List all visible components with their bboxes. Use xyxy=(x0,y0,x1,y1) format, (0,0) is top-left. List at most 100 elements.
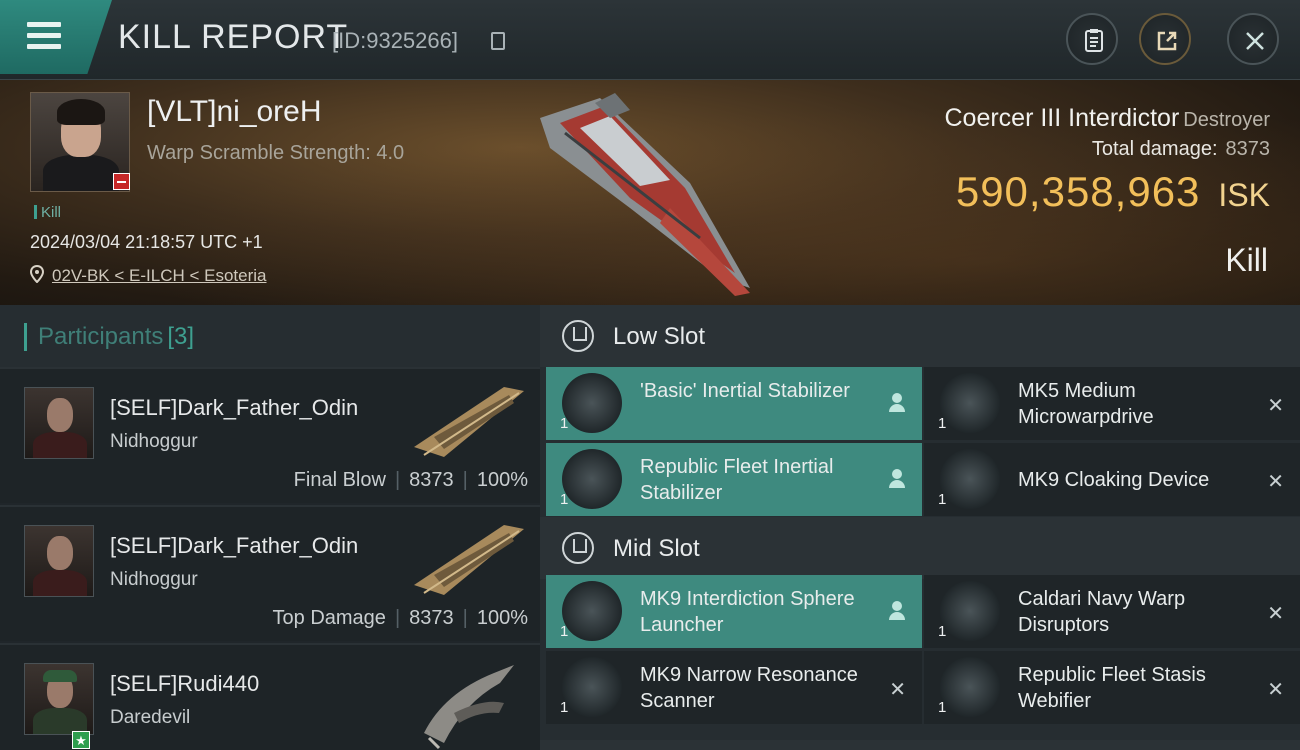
fitting-item[interactable]: 1 MK9 Interdiction Sphere Launcher xyxy=(546,575,922,648)
result-label: Kill xyxy=(1225,242,1268,278)
ship-class: Destroyer xyxy=(1183,109,1270,131)
kill-tag: Kill xyxy=(34,204,61,221)
fitting-item[interactable]: 1 Caldari Navy Warp Disruptors ✕ xyxy=(924,575,1300,648)
fitting-item[interactable]: 1 MK9 Cloaking Device ✕ xyxy=(924,443,1300,516)
user-icon xyxy=(888,393,906,413)
fitting-item[interactable]: 1 MK5 Medium Microwarpdrive ✕ xyxy=(924,367,1300,440)
resonance-scanner-icon xyxy=(562,657,622,717)
item-quantity: 1 xyxy=(938,623,947,640)
item-quantity: 1 xyxy=(938,699,947,716)
fitting-item[interactable]: 1 MK9 Narrow Resonance Scanner ✕ xyxy=(546,651,922,724)
stasis-webifier-icon xyxy=(940,657,1000,717)
participants-header: Participants [3] xyxy=(0,305,540,367)
total-damage: Total damage: 8373 xyxy=(1092,138,1270,161)
star-icon: ★ xyxy=(72,731,90,749)
location-pin-icon xyxy=(30,265,44,283)
fitting-item[interactable]: 1 Republic Fleet Inertial Stabilizer xyxy=(546,443,922,516)
inertial-stabilizer-icon xyxy=(562,373,622,433)
warp-disruptor-icon xyxy=(940,581,1000,641)
item-quantity: 1 xyxy=(938,415,947,432)
standing-badge xyxy=(113,173,130,190)
share-icon xyxy=(1157,31,1177,51)
item-name: MK9 Interdiction Sphere Launcher xyxy=(640,588,855,636)
participant-row[interactable]: [SELF]Dark_Father_Odin Nidhoggur Final B… xyxy=(0,367,540,503)
page-title: KILL REPORT xyxy=(118,18,349,56)
kill-id: [ID:9325266] xyxy=(332,28,458,53)
destroyed-x-icon: ✕ xyxy=(1267,395,1284,417)
item-name: MK9 Cloaking Device xyxy=(1018,469,1210,491)
kill-location-link[interactable]: 02V-BK < E-ILCH < Esoteria xyxy=(52,266,267,286)
mid-slot-icon xyxy=(562,532,594,564)
item-quantity: 1 xyxy=(560,491,569,508)
item-quantity: 1 xyxy=(560,623,569,640)
cloaking-device-icon xyxy=(940,449,1000,509)
participant-name: [SELF]Dark_Father_Odin xyxy=(110,533,359,558)
participant-stats: Final Blow | 8373 | 100% xyxy=(293,469,528,491)
victim-ship-image[interactable] xyxy=(520,88,770,303)
close-button[interactable] xyxy=(1227,13,1279,65)
ship-name: Coercer III Interdictor xyxy=(944,104,1180,132)
low-slot-header: Low Slot xyxy=(540,305,1300,367)
item-name: MK9 Narrow Resonance Scanner xyxy=(640,664,858,712)
destroyed-x-icon: ✕ xyxy=(889,679,906,701)
victim-name[interactable]: [VLT]ni_oreH xyxy=(147,95,322,129)
participant-percent: 100% xyxy=(476,607,528,629)
victim-ship-type[interactable]: Coercer III Interdictor Destroyer xyxy=(944,104,1270,133)
participant-portrait[interactable] xyxy=(24,387,94,459)
close-icon xyxy=(1246,32,1264,50)
clipboard-icon xyxy=(1085,29,1103,52)
participant-percent: 100% xyxy=(476,469,528,491)
participant-name: [SELF]Dark_Father_Odin xyxy=(110,395,359,420)
item-name: MK5 Medium Microwarpdrive xyxy=(1018,380,1154,428)
microwarpdrive-icon xyxy=(940,373,1000,433)
participant-ship-image xyxy=(414,387,524,457)
inertial-stabilizer-icon xyxy=(562,449,622,509)
item-name: Caldari Navy Warp Disruptors xyxy=(1018,588,1186,636)
participant-ship: Nidhoggur xyxy=(110,569,198,590)
kill-datetime: 2024/03/04 21:18:57 UTC +1 xyxy=(30,232,263,252)
participants-title: Participants xyxy=(38,323,164,350)
fitting-item[interactable]: 1 'Basic' Inertial Stabilizer xyxy=(546,367,922,440)
next-slot-header xyxy=(540,740,1300,750)
isk-value: 590,358,963 ISK xyxy=(956,168,1270,216)
top-bar: KILL REPORT [ID:9325266] xyxy=(0,0,1300,80)
destroyed-x-icon: ✕ xyxy=(1267,603,1284,625)
isk-amount: 590,358,963 xyxy=(955,168,1201,215)
mid-slot-header: Mid Slot xyxy=(540,517,1300,579)
participant-row[interactable]: ★ [SELF]Rudi440 Daredevil xyxy=(0,643,540,750)
isk-unit: ISK xyxy=(1218,177,1270,213)
participant-portrait[interactable] xyxy=(24,525,94,597)
share-button[interactable] xyxy=(1139,13,1191,65)
participants-panel: Participants [3] [SELF]Dark_Father_Odin N… xyxy=(0,305,540,750)
participant-portrait[interactable] xyxy=(24,663,94,735)
clipboard-button[interactable] xyxy=(1066,13,1118,65)
participant-role: Top Damage xyxy=(272,607,386,629)
item-name: 'Basic' Inertial Stabilizer xyxy=(640,380,850,402)
participant-stats: Top Damage | 8373 | 100% xyxy=(272,607,528,629)
fittings-panel: Low Slot 1 'Basic' Inertial Stabilizer 1… xyxy=(540,305,1300,750)
user-icon xyxy=(888,601,906,621)
participant-row[interactable]: [SELF]Dark_Father_Odin Nidhoggur Top Dam… xyxy=(0,505,540,641)
item-quantity: 1 xyxy=(560,415,569,432)
warp-scramble-strength: Warp Scramble Strength: 4.0 xyxy=(147,142,405,164)
participant-role: Final Blow xyxy=(293,469,386,491)
copy-icon[interactable] xyxy=(491,32,505,50)
fitting-item[interactable]: 1 Republic Fleet Stasis Webifier ✕ xyxy=(924,651,1300,724)
total-damage-label: Total damage: xyxy=(1091,138,1218,160)
participant-ship-image xyxy=(424,665,514,750)
user-icon xyxy=(888,469,906,489)
participant-name: [SELF]Rudi440 xyxy=(110,671,260,696)
item-quantity: 1 xyxy=(938,491,947,508)
destroyed-x-icon: ✕ xyxy=(1267,471,1284,493)
item-name: Republic Fleet Stasis Webifier xyxy=(1018,664,1206,712)
menu-button[interactable] xyxy=(0,0,112,74)
interdiction-launcher-icon xyxy=(562,581,622,641)
low-slot-title: Low Slot xyxy=(613,323,706,350)
participant-ship: Nidhoggur xyxy=(110,431,198,452)
mid-slot-title: Mid Slot xyxy=(613,535,700,562)
participant-damage: 8373 xyxy=(409,469,454,491)
participant-ship: Daredevil xyxy=(110,707,191,728)
low-slot-icon xyxy=(562,320,594,352)
item-name: Republic Fleet Inertial Stabilizer xyxy=(640,456,834,504)
participants-count: [3] xyxy=(167,323,195,350)
